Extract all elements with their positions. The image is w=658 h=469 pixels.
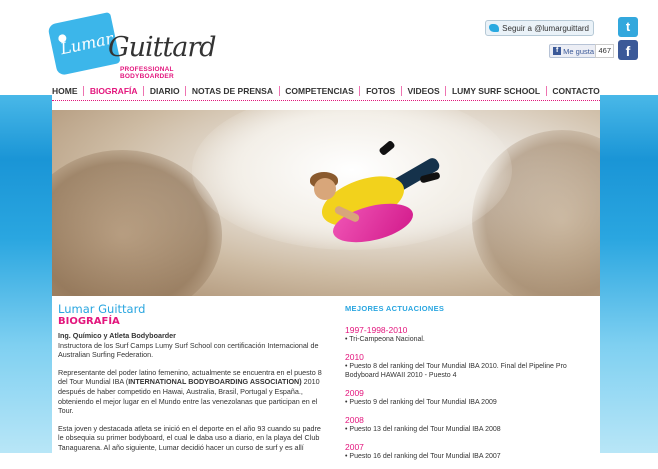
nav-biografia[interactable]: BIOGRAFÍA — [90, 86, 138, 96]
biography-text: Ing. Químico y Atleta Bodyboarder Instru… — [58, 331, 328, 453]
bio-paragraph: Esta joven y destacada atleta se inició … — [58, 423, 321, 452]
performance-text: • Tri-Campeona Nacional. — [345, 336, 425, 343]
performance-year: 2010 — [345, 352, 364, 362]
nav-divider — [445, 86, 447, 96]
performance-year: 1997-1998-2010 — [345, 325, 408, 335]
facebook-like-button[interactable]: f Me gusta — [549, 44, 598, 58]
facebook-like-label: Me gusta — [563, 46, 594, 56]
bio-paragraph: Representante del poder latino femenino,… — [58, 367, 322, 416]
performance-text: • Puesto 13 del ranking del Tour Mundial… — [345, 426, 501, 433]
performance-entry: 2009 • Puesto 9 del ranking del Tour Mun… — [345, 388, 600, 407]
performance-year: 2007 — [345, 442, 364, 452]
twitter-follow-button[interactable]: Seguir a @lumarguittard — [485, 20, 594, 36]
bio-paragraph: Instructora de los Surf Camps Lumy Surf … — [58, 340, 319, 360]
social-links: Seguir a @lumarguittard t f Me gusta 467… — [468, 17, 638, 65]
nav-divider — [400, 86, 402, 96]
bio-subtitle: Ing. Químico y Atleta Bodyboarder — [58, 331, 176, 340]
logo-tagline: PROFESSIONAL BODYBOARDER — [120, 66, 174, 80]
nav-lumy-surf-school[interactable]: LUMY SURF SCHOOL — [452, 86, 540, 96]
facebook-like-count: 467 — [595, 44, 614, 58]
twitter-bird-icon — [489, 24, 500, 32]
main-nav: HOME BIOGRAFÍA DIARIO NOTAS DE PRENSA CO… — [52, 83, 600, 99]
nav-divider — [83, 86, 85, 96]
nav-divider — [143, 86, 145, 96]
performance-entry: 2007 • Puesto 16 del ranking del Tour Mu… — [345, 442, 600, 461]
performance-year: 2009 — [345, 388, 364, 398]
nav-dotted-underline — [52, 100, 600, 101]
performance-entry: 2008 • Puesto 13 del ranking del Tour Mu… — [345, 415, 600, 434]
nav-divider — [359, 86, 361, 96]
nav-divider — [545, 86, 547, 96]
twitter-follow-label: Seguir a @lumarguittard — [502, 23, 589, 33]
performance-text: • Puesto 9 del ranking del Tour Mundial … — [345, 399, 497, 406]
nav-divider — [278, 86, 280, 96]
nav-competencias[interactable]: COMPETENCIAS — [285, 86, 353, 96]
athlete-name-heading: Lumar Guittard — [58, 302, 146, 316]
section-title: BIOGRAFÍA — [58, 316, 120, 327]
nav-contacto[interactable]: CONTACTO — [552, 86, 599, 96]
performance-text: • Puesto 16 del ranking del Tour Mundial… — [345, 453, 501, 460]
twitter-icon[interactable]: t — [618, 17, 638, 37]
logo-name-text: Guittard — [108, 32, 217, 63]
nav-videos[interactable]: VIDEOS — [408, 86, 440, 96]
performance-year: 2008 — [345, 415, 364, 425]
performance-entry: 1997-1998-2010 • Tri-Campeona Nacional. — [345, 325, 600, 344]
facebook-small-icon: f — [553, 47, 562, 55]
facebook-icon[interactable]: f — [618, 40, 638, 60]
nav-notas-de-prensa[interactable]: NOTAS DE PRENSA — [192, 86, 273, 96]
performances-heading: MEJORES ACTUACIONES — [345, 304, 445, 313]
nav-diario[interactable]: DIARIO — [150, 86, 180, 96]
performance-entry: 2010 • Puesto 8 del ranking del Tour Mun… — [345, 352, 600, 380]
performance-text: • Puesto 8 del ranking del Tour Mundial … — [345, 363, 567, 379]
site-logo[interactable]: Lumar Guittard PROFESSIONAL BODYBOARDER — [47, 10, 217, 80]
nav-home[interactable]: HOME — [52, 86, 78, 96]
hero-photo-bodyboarder — [52, 110, 600, 296]
biography-section: Lumar Guittard BIOGRAFÍA Ing. Químico y … — [58, 302, 328, 461]
best-performances-section: MEJORES ACTUACIONES 1997-1998-2010 • Tri… — [345, 304, 600, 469]
nav-fotos[interactable]: FOTOS — [366, 86, 395, 96]
nav-divider — [185, 86, 187, 96]
